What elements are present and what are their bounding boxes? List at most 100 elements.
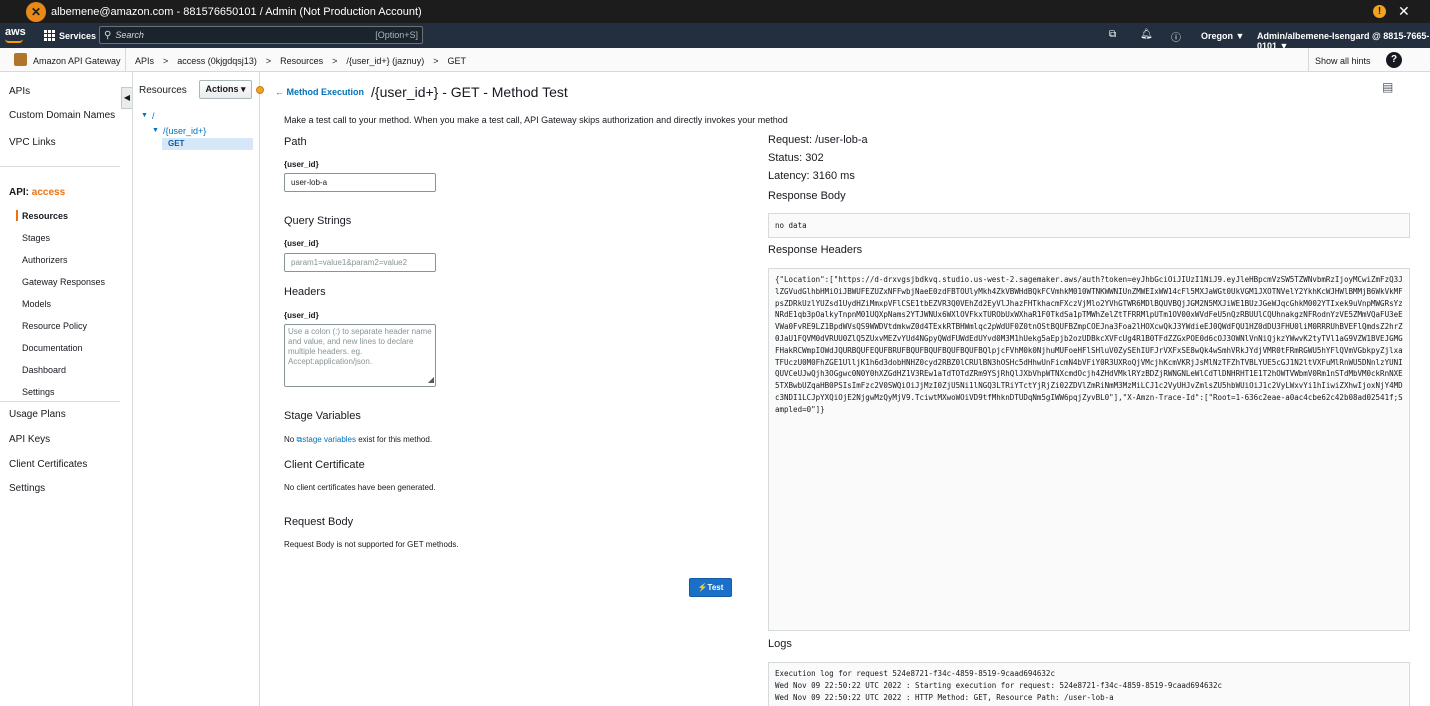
breadcrumb-separator: > [265, 56, 272, 66]
breadcrumb-separator: > [433, 56, 439, 66]
nav-item-gateway-responses[interactable]: Gateway Responses [22, 277, 105, 287]
request-body-text: Request Body is not supported for GET me… [284, 540, 459, 549]
warning-icon[interactable]: ! [1373, 5, 1386, 18]
nav-item-usage-plans[interactable]: Usage Plans [9, 409, 66, 420]
lightning-icon: ⚡ [697, 583, 708, 592]
path-param-input[interactable]: user-lob-a [284, 173, 436, 192]
region-selector[interactable]: Oregon ▼ [1201, 31, 1244, 41]
nav-item-dashboard[interactable]: Dashboard [22, 365, 66, 375]
response-headers-heading: Response Headers [768, 244, 863, 256]
back-link-label: Method Execution [286, 87, 365, 97]
query-label: {user_id} [284, 239, 319, 248]
nav-item-resources[interactable]: Resources [22, 211, 68, 221]
breadcrumb-separator: > [163, 56, 169, 66]
help-icon[interactable]: ⓘ [1171, 29, 1181, 44]
tree-node-get[interactable]: GET [162, 138, 253, 150]
test-button[interactable]: ⚡Test [689, 578, 732, 597]
nav-item-api-keys[interactable]: API Keys [9, 434, 50, 445]
nav-item-api-settings[interactable]: Settings [22, 387, 55, 397]
breadcrumb: APIs > access (0kjgdqsj13) > Resources >… [135, 56, 466, 66]
breadcrumb-api[interactable]: access (0kjgdqsj13) [177, 56, 257, 66]
tree-node-root[interactable]: / [152, 111, 155, 121]
api-prefix: API: [9, 187, 29, 198]
api-label: API: access [9, 187, 65, 198]
account-bar: ✕ albemene@amazon.com - 881576650101 / A… [0, 0, 1430, 23]
service-name-link[interactable]: Amazon API Gateway [33, 56, 121, 66]
client-certificate-heading: Client Certificate [284, 459, 365, 471]
path-param-label: {user_id} [284, 160, 319, 169]
left-nav: APIs Custom Domain Names VPC Links API: … [0, 72, 133, 706]
execution-logs: Execution log for request 524e8721-f34c-… [768, 662, 1410, 706]
caret-down-icon[interactable]: ▼ [152, 127, 159, 134]
search-placeholder: Search [115, 30, 144, 40]
grid-icon [44, 30, 55, 41]
tree-node-user-id[interactable]: /{user_id+} [163, 126, 206, 136]
response-body: no data [768, 213, 1410, 238]
stage-variables-link[interactable]: ⧉stage variables [296, 435, 356, 444]
headers-textarea[interactable]: Use a colon (:) to separate header name … [284, 324, 436, 387]
api-name: access [31, 187, 66, 198]
search-shortcut: [Option+S] [375, 30, 418, 40]
divider [1308, 48, 1309, 72]
aws-logo[interactable]: aws [5, 26, 26, 38]
breadcrumb-apis[interactable]: APIs [135, 56, 154, 66]
client-certificate-text: No client certificates have been generat… [284, 483, 436, 492]
nav-item-documentation[interactable]: Documentation [22, 343, 83, 353]
response-latency: Latency: 3160 ms [768, 170, 855, 182]
request-path: Request: /user-lob-a [768, 134, 868, 146]
stage-vars-link-label: stage variables [302, 435, 356, 444]
resources-title: Resources [139, 85, 187, 96]
nav-item-settings[interactable]: Settings [9, 483, 45, 494]
actions-dropdown[interactable]: Actions ▾ [199, 80, 252, 99]
search-icon: ⚲ [104, 29, 112, 41]
breadcrumb-resource[interactable]: /{user_id+} (jaznuy) [346, 56, 424, 66]
aws-console-nav: aws Services ⚲ Search [Option+S] ⧉ 🔔︎ ⓘ … [0, 23, 1430, 51]
close-icon[interactable]: ✕ [1398, 3, 1410, 20]
nav-item-authorizers[interactable]: Authorizers [22, 255, 68, 265]
nav-item-client-certificates[interactable]: Client Certificates [9, 459, 87, 470]
notifications-bell-icon[interactable]: 🔔︎ [1140, 29, 1153, 40]
search-input[interactable]: ⚲ Search [Option+S] [99, 26, 423, 44]
breadcrumb-method[interactable]: GET [447, 56, 466, 66]
nav-item-apis[interactable]: APIs [9, 86, 30, 97]
method-test-panel: ← Method Execution /{user_id+} - GET - M… [260, 72, 1430, 706]
method-execution-back-link[interactable]: ← Method Execution [275, 87, 364, 97]
resize-grip-icon[interactable]: ◢ [428, 375, 434, 385]
intro-text: Make a test call to your method. When yo… [284, 115, 788, 125]
logs-heading: Logs [768, 638, 792, 650]
breadcrumb-separator: > [332, 56, 338, 66]
page-title: /{user_id+} - GET - Method Test [371, 84, 568, 100]
services-menu-button[interactable]: Services [44, 30, 96, 41]
test-button-label: Test [707, 583, 724, 592]
response-status: Status: 302 [768, 152, 824, 164]
query-strings-heading: Query Strings [284, 215, 352, 227]
cloudshell-icon[interactable]: ⧉ [1109, 29, 1116, 40]
active-indicator [16, 210, 18, 221]
services-label: Services [59, 30, 97, 41]
divider [125, 48, 126, 72]
response-body-heading: Response Body [768, 190, 846, 202]
response-headers: {"Location":["https://d-drxvgsjbdkvq.stu… [768, 268, 1410, 631]
headers-heading: Headers [284, 286, 326, 298]
stage-variables-heading: Stage Variables [284, 410, 361, 422]
nav-item-vpc-links[interactable]: VPC Links [9, 137, 56, 148]
headers-placeholder: Use a colon (:) to separate header name … [288, 327, 432, 366]
isengard-logo-icon: ✕ [26, 1, 46, 22]
stage-variables-text: No ⧉stage variables exist for this metho… [284, 435, 432, 445]
help-circle-icon[interactable]: ? [1386, 52, 1402, 68]
caret-down-icon[interactable]: ▼ [141, 112, 148, 119]
path-heading: Path [284, 136, 307, 148]
api-gateway-icon [14, 53, 27, 66]
resources-panel: Resources Actions ▾ ▼ / ▼ /{user_id+} GE… [133, 72, 264, 706]
stage-vars-pre: No [284, 435, 295, 444]
stage-vars-post: exist for this method. [358, 435, 433, 444]
nav-item-stages[interactable]: Stages [22, 233, 50, 243]
breadcrumb-resources[interactable]: Resources [280, 56, 323, 66]
docs-book-icon[interactable]: ▤ [1382, 80, 1393, 94]
nav-item-models[interactable]: Models [22, 299, 51, 309]
nav-item-resource-policy[interactable]: Resource Policy [22, 321, 87, 331]
show-all-hints-button[interactable]: Show all hints [1315, 56, 1371, 66]
account-label: albemene@amazon.com - 881576650101 / Adm… [51, 5, 422, 18]
query-strings-input[interactable]: param1=value1&param2=value2 [284, 253, 436, 272]
nav-item-custom-domains[interactable]: Custom Domain Names [9, 110, 115, 121]
